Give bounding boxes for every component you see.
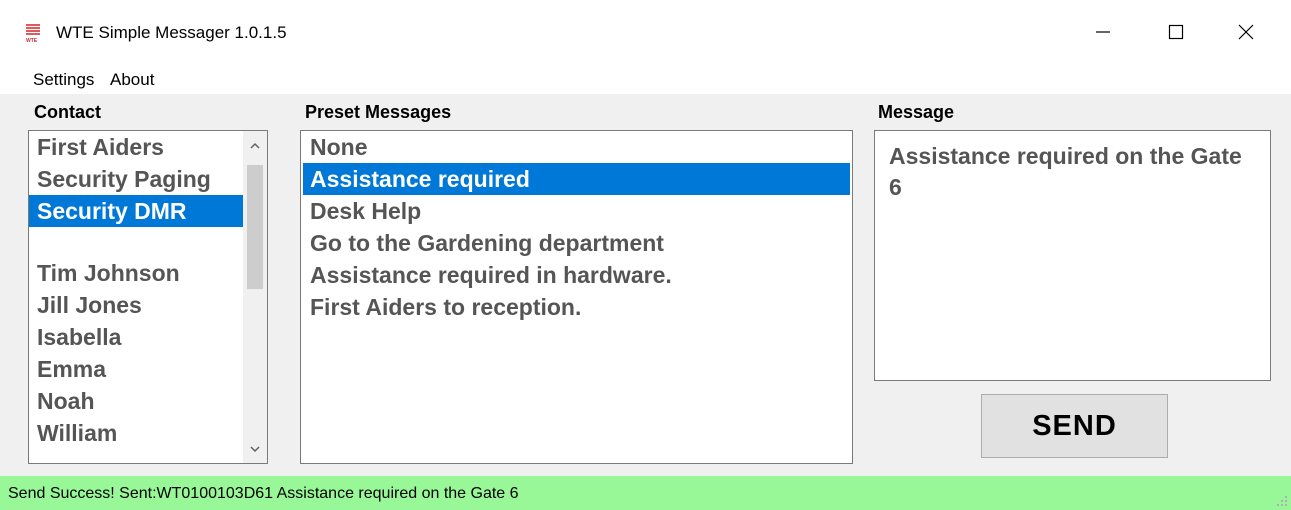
- close-icon: [1238, 24, 1254, 40]
- scroll-down-button[interactable]: [243, 435, 267, 463]
- minimize-button[interactable]: [1068, 0, 1138, 64]
- contact-item-security-dmr[interactable]: Security DMR: [29, 195, 243, 227]
- contact-item-jill-jones[interactable]: Jill Jones: [29, 289, 243, 321]
- app-icon-label: WTE: [26, 38, 38, 44]
- preset-item-gardening[interactable]: Go to the Gardening department: [303, 227, 850, 259]
- preset-messages-listbox[interactable]: None Assistance required Desk Help Go to…: [300, 130, 853, 464]
- status-bar: Send Success! Sent:WT0100103D61 Assistan…: [0, 476, 1291, 510]
- chevron-up-icon: [250, 142, 260, 149]
- minimize-icon: [1096, 31, 1110, 33]
- contact-item-tim-johnson[interactable]: Tim Johnson: [29, 257, 243, 289]
- chevron-down-icon: [250, 445, 260, 452]
- maximize-button[interactable]: [1141, 0, 1211, 64]
- scroll-thumb[interactable]: [247, 165, 263, 289]
- contact-item-noah[interactable]: Noah: [29, 385, 243, 417]
- message-label: Message: [878, 102, 955, 122]
- contact-item-emma[interactable]: Emma: [29, 353, 243, 385]
- window-title: WTE Simple Messager 1.0.1.5: [56, 23, 287, 42]
- menu-settings[interactable]: Settings: [33, 70, 94, 90]
- contact-label: Contact: [34, 102, 101, 122]
- app-icon: WTE: [26, 24, 40, 44]
- menu-bar: Settings About: [0, 64, 1291, 94]
- scroll-up-button[interactable]: [243, 131, 267, 159]
- close-button[interactable]: [1211, 0, 1281, 64]
- menu-about[interactable]: About: [110, 70, 154, 90]
- contact-item-security-paging[interactable]: Security Paging: [29, 163, 243, 195]
- status-text: Send Success! Sent:WT0100103D61 Assistan…: [8, 485, 519, 502]
- preset-item-hardware[interactable]: Assistance required in hardware.: [303, 259, 850, 291]
- message-textbox[interactable]: Assistance required on the Gate 6: [874, 130, 1271, 381]
- contact-item-isabella[interactable]: Isabella: [29, 321, 243, 353]
- send-button[interactable]: SEND: [981, 394, 1168, 458]
- preset-messages-label: Preset Messages: [305, 102, 452, 122]
- contact-item-first-aiders[interactable]: First Aiders: [29, 131, 243, 163]
- preset-item-desk-help[interactable]: Desk Help: [303, 195, 850, 227]
- contact-scrollbar[interactable]: [243, 131, 267, 463]
- preset-item-none[interactable]: None: [303, 131, 850, 163]
- title-bar: WTE WTE Simple Messager 1.0.1.5: [0, 0, 1291, 64]
- contact-list: First Aiders Security Paging Security DM…: [29, 131, 243, 449]
- contact-listbox[interactable]: First Aiders Security Paging Security DM…: [28, 130, 268, 464]
- contact-item-william[interactable]: William: [29, 417, 243, 449]
- preset-item-first-aiders-reception[interactable]: First Aiders to reception.: [303, 291, 850, 323]
- preset-item-assistance-required[interactable]: Assistance required: [303, 163, 850, 195]
- contact-item-blank[interactable]: [29, 227, 243, 257]
- resize-grip-icon[interactable]: [1275, 494, 1287, 506]
- maximize-icon: [1168, 24, 1184, 40]
